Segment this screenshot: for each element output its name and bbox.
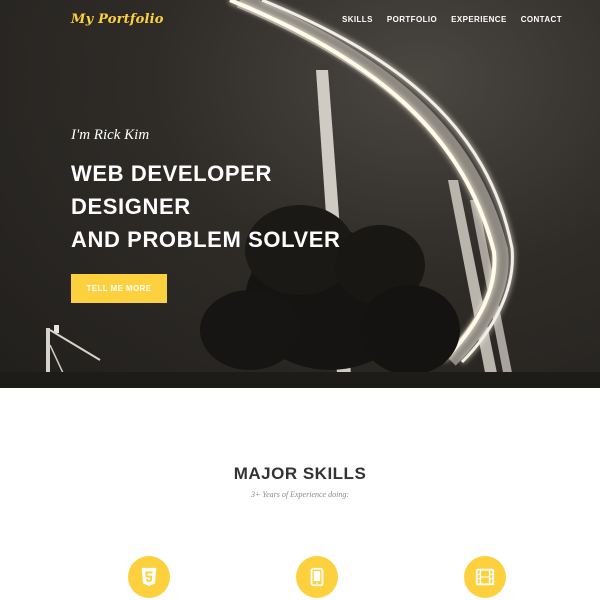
headline-line: WEB DEVELOPER [71,161,272,186]
site-logo[interactable]: My Portfolio [71,12,164,27]
film-icon [464,556,506,598]
skills-subtitle: 3+ Years of Experience doing: [251,490,349,499]
headline-line: DESIGNER [71,194,191,219]
headline-line: AND PROBLEM SOLVER [71,227,341,252]
nav-item-contact[interactable]: CONTACT [521,15,562,24]
nav-item-skills[interactable]: SKILLS [342,15,373,24]
tablet-icon [296,556,338,598]
tell-me-more-button[interactable]: TELL ME MORE [71,274,167,303]
skills-title: MAJOR SKILLS [233,464,367,483]
hero-headline: WEB DEVELOPER DESIGNER AND PROBLEM SOLVE… [71,157,391,256]
html5-icon [128,556,170,598]
hero-intro: I'm Rick Kim [71,127,150,143]
nav-item-experience[interactable]: EXPERIENCE [451,15,507,24]
nav-item-portfolio[interactable]: PORTFOLIO [387,15,437,24]
hero-section: My Portfolio SKILLS PORTFOLIO EXPERIENCE… [0,0,600,388]
main-nav: SKILLS PORTFOLIO EXPERIENCE CONTACT [342,15,562,24]
